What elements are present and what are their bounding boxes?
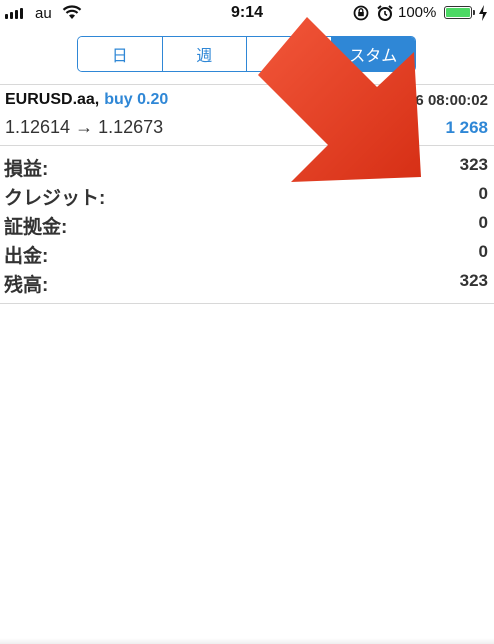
tab-week[interactable]: 週 [162,37,247,71]
trade-prices: 1.12614 → 1.12673 [5,117,164,137]
summary-label: 証拠金: [4,217,68,238]
summary-label: クレジット: [4,188,106,209]
summary-value: 0 [478,213,488,232]
battery-icon [444,6,475,19]
summary-value: 323 [459,271,488,290]
summary-row-margin: 証拠金: 0 [0,212,494,240]
tab-month[interactable] [247,37,332,71]
battery-percent: 100% [398,4,437,21]
summary-value: 0 [478,242,488,261]
trade-title: EURUSD.aa, buy 0.20 [5,91,168,109]
trade-side: buy 0.20 [104,91,169,108]
trade-divider [0,145,494,146]
summary-row-balance: 残高: 323 [0,270,494,298]
status-bar: au 9:14 100% [0,0,494,28]
trade-symbol: EURUSD.aa, [5,91,100,108]
header-divider [0,84,494,85]
period-segmented-control: 日 週 スタム [77,36,416,72]
alarm-icon [377,5,393,21]
summary-divider [0,303,494,304]
summary-label: 残高: [4,275,49,296]
tab-custom[interactable]: スタム [331,37,415,71]
summary-label: 損益: [4,159,49,180]
tab-day[interactable]: 日 [78,37,163,71]
trade-time: 16 08:00:02 [407,92,488,109]
summary-row-withdrawal: 出金: 0 [0,241,494,269]
summary-row-profit: 損益: 323 [0,154,494,182]
bottom-edge [0,638,494,644]
charging-icon [479,5,487,21]
trade-profit: 1 268 [445,118,488,137]
summary-label: 出金: [4,246,49,267]
summary-value: 0 [478,184,488,203]
summary-value: 323 [459,155,488,174]
summary-row-credit: クレジット: 0 [0,183,494,211]
rotation-lock-icon [353,5,369,21]
